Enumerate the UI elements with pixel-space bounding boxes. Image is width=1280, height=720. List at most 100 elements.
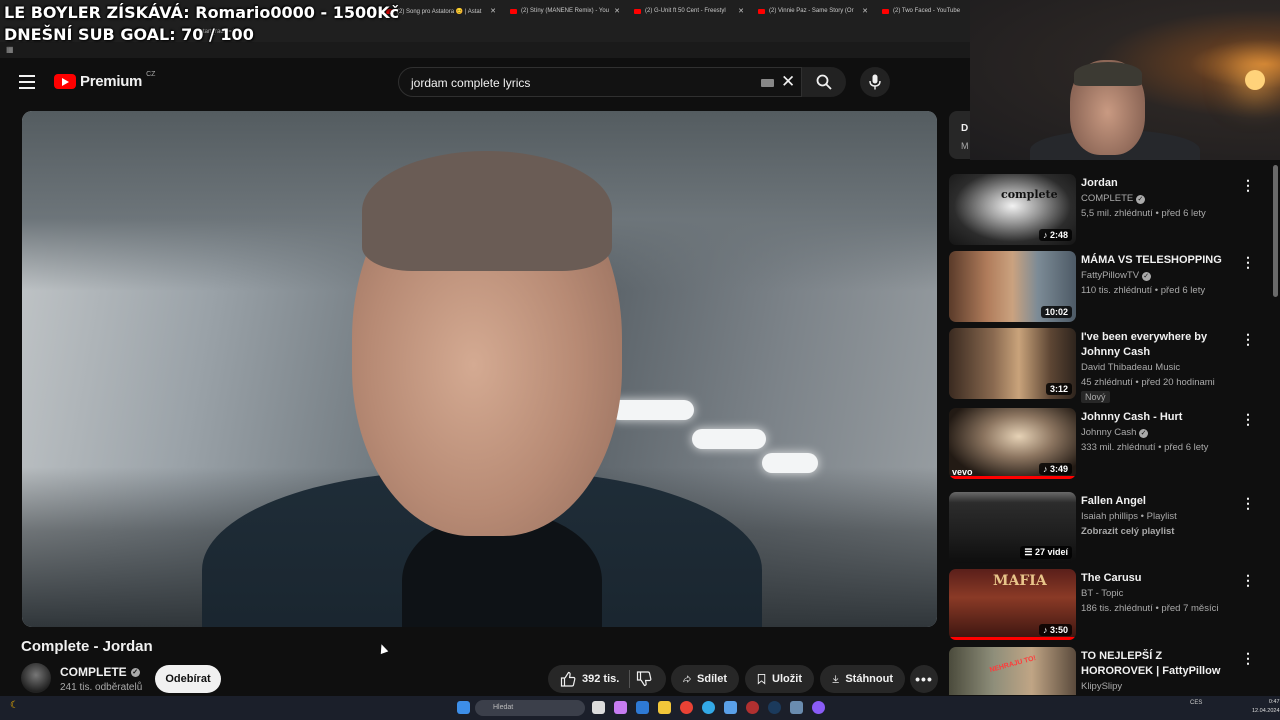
video-card-channel: COMPLETE ✓	[1081, 191, 1145, 206]
voice-search-button[interactable]	[860, 67, 890, 97]
recommended-video[interactable]: 10:02 MÁMA VS TELESHOPPING FattyPillowTV…	[949, 251, 1259, 323]
browser-tab[interactable]: (2) G-Unit ft 50 Cent - Freestyl ✕	[630, 2, 748, 20]
more-vert-icon[interactable]: ⋮	[1241, 178, 1255, 192]
taskbar-search-input[interactable]: Hledat	[475, 700, 585, 716]
youtube-favicon-icon	[634, 8, 641, 14]
video-thumbnail[interactable]: complete ♪ 2:48	[949, 174, 1076, 245]
recommended-video[interactable]: NEHRAJU TO! TO NEJLEPŠÍ Z HOROROVEK | Fa…	[949, 647, 1259, 695]
tab-label: (2) Two Faced - YouTube	[893, 8, 961, 14]
app-icon[interactable]	[746, 701, 759, 714]
video-card-title: Johnny Cash - Hurt	[1081, 411, 1183, 423]
playlist-thumbnail[interactable]: ☰ 27 videí	[949, 492, 1076, 563]
verified-icon: ✓	[1141, 272, 1151, 281]
more-horizontal-icon: •••	[915, 671, 933, 687]
system-tray-language[interactable]: CES	[1190, 700, 1202, 706]
browser-tab[interactable]: (2) Two Faced - YouTube	[878, 2, 970, 20]
file-explorer-icon[interactable]	[658, 701, 671, 714]
video-thumbnail[interactable]: NEHRAJU TO!	[949, 647, 1076, 695]
menu-icon[interactable]	[19, 75, 35, 89]
download-button[interactable]: Stáhnout	[820, 665, 905, 693]
count-text: 27 videí	[1034, 547, 1068, 557]
more-vert-icon[interactable]: ⋮	[1241, 332, 1255, 346]
video-card-channel: BT - Topic	[1081, 588, 1124, 599]
tab-label: (2) G-Unit ft 50 Cent - Freestyl	[645, 8, 726, 14]
video-card-meta: 5,5 mil. zhlédnutí • před 6 lety	[1081, 208, 1206, 219]
recommended-video[interactable]: vevo ♪ 3:49 Johnny Cash - Hurt Johnny Ca…	[949, 408, 1259, 480]
more-vert-icon[interactable]: ⋮	[1241, 255, 1255, 269]
subscribe-button[interactable]: Odebírat	[155, 665, 221, 693]
partial-card-sub: M	[961, 141, 969, 151]
view-playlist-link[interactable]: Zobrazit celý playlist	[1081, 524, 1174, 539]
more-vert-icon[interactable]: ⋮	[1241, 412, 1255, 426]
recommended-playlist[interactable]: ☰ 27 videí Fallen Angel Isaiah phillips …	[949, 492, 1259, 564]
steam-icon[interactable]	[768, 701, 781, 714]
search-query-text: jordam complete lyrics	[411, 76, 531, 90]
widgets-icon[interactable]	[614, 701, 627, 714]
taskbar-search-placeholder: Hledat	[493, 704, 514, 711]
video-thumbnail[interactable]: MAFIA ♪ 3:50	[949, 569, 1076, 640]
save-button[interactable]: Uložit	[745, 665, 814, 693]
tab-label: (2) Song pro Astatora 😊 | Astat	[397, 8, 482, 15]
recommended-video[interactable]: 3:12 I've been everywhere by Johnny Cash…	[949, 328, 1259, 403]
search-button[interactable]	[802, 67, 846, 97]
recommended-video[interactable]: complete ♪ 2:48 Jordan COMPLETE ✓ 5,5 mi…	[949, 174, 1259, 246]
clock-time: 0:47	[1268, 699, 1280, 705]
weather-icon[interactable]: ☾	[10, 700, 19, 711]
stream-overlay: LE BOYLER ZÍSKÁVÁ: Romario0000 - 1500Kč …	[4, 2, 399, 46]
search-input[interactable]: jordam complete lyrics ✕	[398, 67, 802, 97]
video-duration: ♪ 2:48	[1038, 229, 1072, 241]
video-thumbnail[interactable]: vevo ♪ 3:49	[949, 408, 1076, 479]
channel-text: FattyPillowTV	[1081, 270, 1140, 281]
more-vert-icon[interactable]: ⋮	[1241, 496, 1255, 510]
edge-icon[interactable]	[702, 701, 715, 714]
thumbnail-title-art: MAFIA	[993, 573, 1047, 589]
task-view-icon[interactable]	[592, 701, 605, 714]
app-icon[interactable]	[790, 701, 803, 714]
chrome-icon[interactable]	[680, 701, 693, 714]
recommended-video[interactable]: MAFIA ♪ 3:50 The Carusu BT - Topic 186 t…	[949, 569, 1259, 641]
channel-text: COMPLETE	[1081, 193, 1134, 204]
os-taskbar: ☾ Hledat CES 0:47 12.04.2024	[0, 696, 1280, 720]
share-icon	[683, 675, 691, 683]
video-title: Complete - Jordan	[21, 638, 153, 655]
channel-name[interactable]: COMPLETE ✓	[60, 665, 140, 679]
youtube-premium-logo[interactable]: Premium CZ	[54, 71, 155, 90]
video-player[interactable]	[22, 111, 937, 627]
youtube-header: Premium CZ jordam complete lyrics ✕	[0, 58, 970, 106]
channel-avatar[interactable]	[21, 663, 51, 693]
close-tab-icon[interactable]: ✕	[490, 7, 496, 15]
browser-tab[interactable]: (2) Stíny (MANENE Remix) - You ✕	[506, 2, 624, 20]
thumbs-down-icon[interactable]	[636, 671, 652, 687]
thumbs-up-icon	[560, 671, 576, 687]
verified-icon: ✓	[130, 667, 140, 677]
browser-tab[interactable]: (2) Song pro Astatora 😊 | Astat ✕	[382, 2, 500, 20]
apps-grid-icon[interactable]: ▦	[6, 46, 14, 54]
mouse-cursor	[377, 642, 389, 655]
video-duration: 3:12	[1045, 383, 1072, 395]
video-thumbnail[interactable]: 10:02	[949, 251, 1076, 322]
app-icon[interactable]	[724, 701, 737, 714]
system-clock[interactable]: 0:47 12.04.2024	[1252, 698, 1280, 716]
windows-start-icon[interactable]	[457, 701, 470, 714]
sidebar-scrollbar[interactable]	[1273, 165, 1278, 297]
browser-tab[interactable]: (2) Vinnie Paz - Same Story (Or ✕	[754, 2, 872, 20]
more-actions-button[interactable]: •••	[910, 665, 938, 693]
webcam-lamp	[1245, 70, 1265, 90]
app-icon[interactable]	[812, 701, 825, 714]
close-tab-icon[interactable]: ✕	[738, 7, 744, 15]
video-card-channel: Isaiah phillips • Playlist	[1081, 511, 1177, 522]
like-button[interactable]: 392 tis.	[548, 665, 666, 693]
share-button[interactable]: Sdílet	[671, 665, 739, 693]
more-vert-icon[interactable]: ⋮	[1241, 651, 1255, 665]
more-vert-icon[interactable]: ⋮	[1241, 573, 1255, 587]
microphone-icon	[869, 74, 881, 90]
video-thumbnail[interactable]: 3:12	[949, 328, 1076, 399]
close-tab-icon[interactable]: ✕	[614, 7, 620, 15]
duration-text: 3:49	[1049, 464, 1068, 474]
keyboard-icon[interactable]	[761, 79, 774, 87]
download-label: Stáhnout	[845, 673, 893, 685]
clear-search-icon[interactable]: ✕	[781, 72, 795, 92]
store-icon[interactable]	[636, 701, 649, 714]
verified-icon: ✓	[1139, 429, 1149, 438]
close-tab-icon[interactable]: ✕	[862, 7, 868, 15]
